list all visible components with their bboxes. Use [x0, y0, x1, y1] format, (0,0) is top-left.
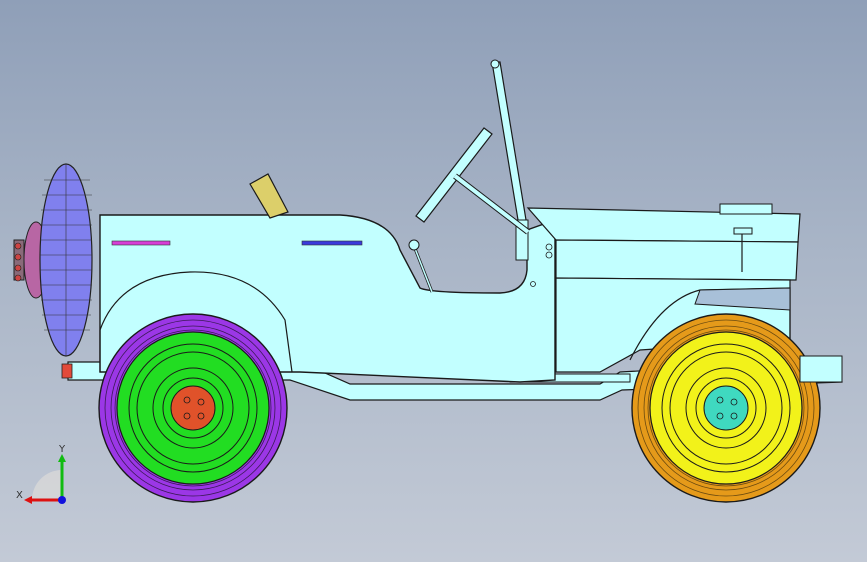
- rear-side-reflector: [111, 240, 171, 246]
- z-axis-dot: [58, 496, 66, 504]
- spare-tire[interactable]: [13, 163, 93, 357]
- front-side-reflector: [301, 240, 363, 246]
- x-axis-label: X: [16, 490, 23, 501]
- front-hub: [703, 385, 749, 431]
- rear-hub: [170, 385, 216, 431]
- y-axis-arrow-icon: [58, 454, 66, 462]
- hood-handle: [733, 227, 753, 235]
- x-axis-arrow-icon: [24, 496, 32, 504]
- y-axis-label: Y: [58, 444, 66, 455]
- hand-brake-lever[interactable]: [249, 173, 289, 219]
- front-bumper: [799, 355, 843, 383]
- rear-wheel[interactable]: [98, 313, 288, 503]
- front-wheel[interactable]: [631, 313, 821, 503]
- cad-viewport[interactable]: [0, 0, 867, 562]
- coordinate-triad: X Y: [16, 444, 66, 504]
- tail-light: [61, 363, 73, 379]
- hood-latch: [719, 203, 773, 215]
- triad-plane: [32, 470, 62, 500]
